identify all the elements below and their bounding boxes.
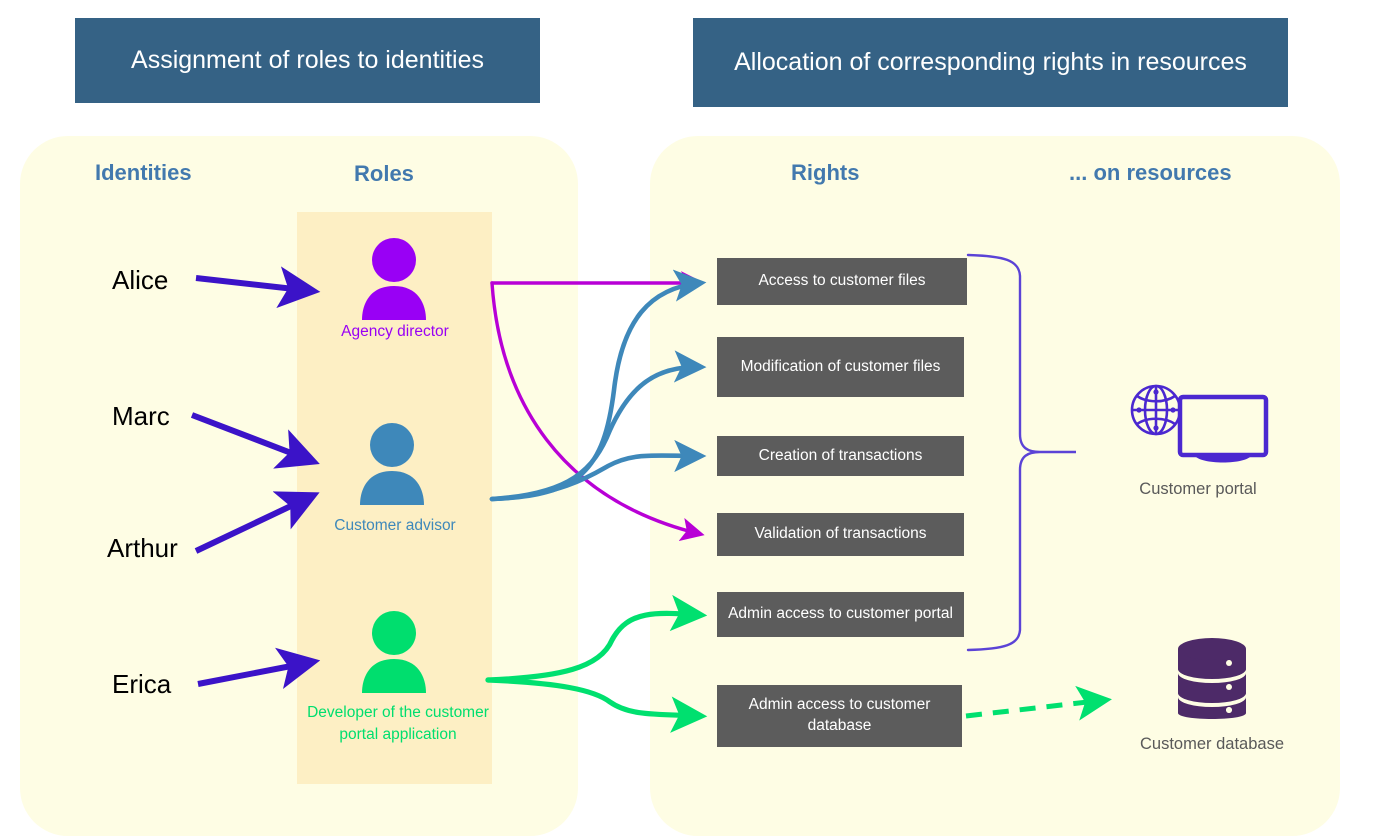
header-assignment-of-roles: Assignment of roles to identities [75,18,540,103]
resource-label-customer-database: Customer database [1140,735,1284,753]
right-box-creation-transactions[interactable]: Creation of transactions [717,436,964,476]
diagram-canvas: Assignment of roles to identities Alloca… [0,0,1373,840]
person-icon-developer [358,611,430,698]
right-box-admin-access-customer-portal[interactable]: Admin access to customer portal [717,592,964,637]
header-allocation-of-rights: Allocation of corresponding rights in re… [693,18,1288,107]
database-icon [1172,635,1252,730]
column-heading-roles: Roles [354,161,414,186]
right-box-admin-access-customer-database[interactable]: Admin access to customer database [717,685,962,747]
right-box-modification-customer-files[interactable]: Modification of customer files [717,337,964,397]
identity-label-arthur: Arthur [107,533,178,563]
column-heading-rights: Rights [791,160,860,185]
identity-label-alice: Alice [112,265,169,295]
role-label-customer-advisor: Customer advisor [334,517,456,534]
identity-label-marc: Marc [112,401,170,431]
column-heading-resources: ... on resources [1069,160,1232,185]
resource-label-customer-portal: Customer portal [1139,480,1257,498]
right-box-access-customer-files[interactable]: Access to customer files [717,258,967,305]
right-box-validation-transactions[interactable]: Validation of transactions [717,513,964,556]
monitor-globe-icon [1128,383,1273,468]
identity-label-erica: Erica [112,669,172,699]
column-heading-identities: Identities [95,160,192,185]
person-icon-agency-director [358,238,430,325]
role-label-developer: Developer of the customer portal applica… [307,704,489,744]
role-label-agency-director: Agency director [341,323,449,340]
person-icon-customer-advisor [356,423,428,510]
